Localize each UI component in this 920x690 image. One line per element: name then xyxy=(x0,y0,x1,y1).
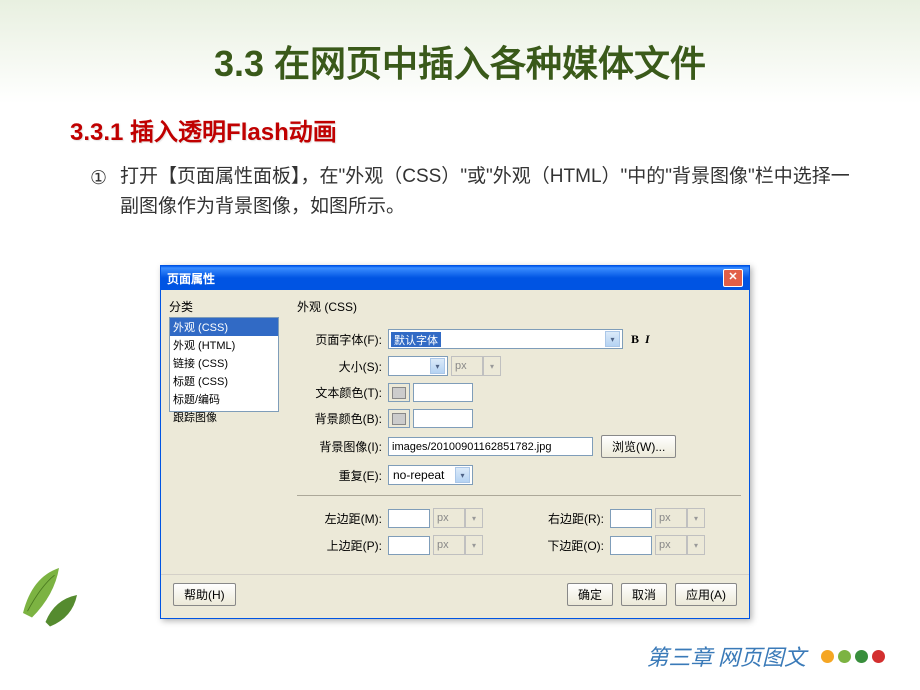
chevron-down-icon[interactable]: ▾ xyxy=(455,467,470,483)
margin-unit: px xyxy=(655,535,687,555)
category-listbox[interactable]: 外观 (CSS) 外观 (HTML) 链接 (CSS) 标题 (CSS) 标题/… xyxy=(169,317,279,412)
category-item-tracing[interactable]: 跟踪图像 xyxy=(170,408,278,426)
right-margin-input[interactable] xyxy=(610,509,652,528)
category-item-links[interactable]: 链接 (CSS) xyxy=(170,354,278,372)
bg-color-label: 背景颜色(B): xyxy=(297,410,382,427)
bg-image-input[interactable] xyxy=(388,437,593,456)
cancel-button[interactable]: 取消 xyxy=(621,583,667,606)
text-color-input[interactable] xyxy=(413,383,473,402)
body-text: ① 打开【页面属性面板】，在"外观（CSS）"或"外观（HTML）"中的"背景图… xyxy=(120,162,850,223)
unit-dropdown[interactable]: ▾ xyxy=(465,535,483,555)
body-content: 打开【页面属性面板】，在"外观（CSS）"或"外观（HTML）"中的"背景图像"… xyxy=(120,166,850,217)
leaf-decoration xyxy=(5,550,95,640)
font-select[interactable]: 默认字体 ▾ xyxy=(388,329,623,349)
section-subtitle: 3.3.1 插入透明Flash动画 xyxy=(70,112,920,147)
dot xyxy=(838,650,851,663)
repeat-label: 重复(E): xyxy=(297,467,382,484)
chevron-down-icon[interactable]: ▾ xyxy=(430,358,445,374)
size-label: 大小(S): xyxy=(297,358,382,375)
bottom-margin-input[interactable] xyxy=(610,536,652,555)
slide-title: 3.3 在网页中插入各种媒体文件 xyxy=(0,0,920,87)
font-value: 默认字体 xyxy=(391,332,441,347)
left-margin-input[interactable] xyxy=(388,509,430,528)
category-item-html[interactable]: 外观 (HTML) xyxy=(170,336,278,354)
margin-unit: px xyxy=(433,508,465,528)
dialog-titlebar[interactable]: 页面属性 ✕ xyxy=(161,266,749,290)
unit-dropdown[interactable]: ▾ xyxy=(465,508,483,528)
left-margin-label: 左边距(M): xyxy=(297,510,382,527)
page-dots xyxy=(821,650,885,663)
category-item-css[interactable]: 外观 (CSS) xyxy=(170,318,278,336)
repeat-value: no-repeat xyxy=(393,468,444,482)
dialog-buttons: 帮助(H) 确定 取消 应用(A) xyxy=(161,574,749,618)
italic-button[interactable]: I xyxy=(645,332,650,347)
bg-color-input[interactable] xyxy=(413,409,473,428)
dot xyxy=(872,650,885,663)
text-color-label: 文本颜色(T): xyxy=(297,384,382,401)
margin-unit: px xyxy=(433,535,465,555)
bg-image-label: 背景图像(I): xyxy=(297,438,382,455)
panel-title: 外观 (CSS) xyxy=(297,298,741,315)
main-panel: 外观 (CSS) 页面字体(F): 默认字体 ▾ B I 大小(S): ▾ px xyxy=(279,298,741,562)
text-color-picker[interactable] xyxy=(388,383,410,402)
chevron-down-icon[interactable]: ▾ xyxy=(605,331,620,347)
size-unit: px xyxy=(451,356,483,376)
unit-dropdown[interactable]: ▾ xyxy=(687,535,705,555)
ok-button[interactable]: 确定 xyxy=(567,583,613,606)
list-marker: ① xyxy=(90,164,107,194)
dot xyxy=(855,650,868,663)
bold-button[interactable]: B xyxy=(631,332,639,347)
browse-button[interactable]: 浏览(W)... xyxy=(601,435,676,458)
page-properties-dialog: 页面属性 ✕ 分类 外观 (CSS) 外观 (HTML) 链接 (CSS) 标题… xyxy=(160,265,750,619)
category-label: 分类 xyxy=(169,298,279,315)
unit-dropdown[interactable]: ▾ xyxy=(687,508,705,528)
repeat-select[interactable]: no-repeat ▾ xyxy=(388,465,473,485)
category-sidebar: 分类 外观 (CSS) 外观 (HTML) 链接 (CSS) 标题 (CSS) … xyxy=(169,298,279,562)
top-margin-input[interactable] xyxy=(388,536,430,555)
category-item-headings[interactable]: 标题 (CSS) xyxy=(170,372,278,390)
apply-button[interactable]: 应用(A) xyxy=(675,583,737,606)
font-label: 页面字体(F): xyxy=(297,331,382,348)
footer: 第三章 网页图文 xyxy=(646,640,885,672)
footer-text: 第三章 网页图文 xyxy=(646,640,806,672)
close-icon[interactable]: ✕ xyxy=(723,269,743,287)
bottom-margin-label: 下边距(O): xyxy=(519,537,604,554)
top-margin-label: 上边距(P): xyxy=(297,537,382,554)
right-margin-label: 右边距(R): xyxy=(519,510,604,527)
divider xyxy=(297,495,741,496)
bg-color-picker[interactable] xyxy=(388,409,410,428)
category-item-encoding[interactable]: 标题/编码 xyxy=(170,390,278,408)
size-unit-dropdown[interactable]: ▾ xyxy=(483,356,501,376)
dot xyxy=(821,650,834,663)
margin-unit: px xyxy=(655,508,687,528)
dialog-title: 页面属性 xyxy=(167,270,215,287)
size-select[interactable]: ▾ xyxy=(388,356,448,376)
help-button[interactable]: 帮助(H) xyxy=(173,583,236,606)
